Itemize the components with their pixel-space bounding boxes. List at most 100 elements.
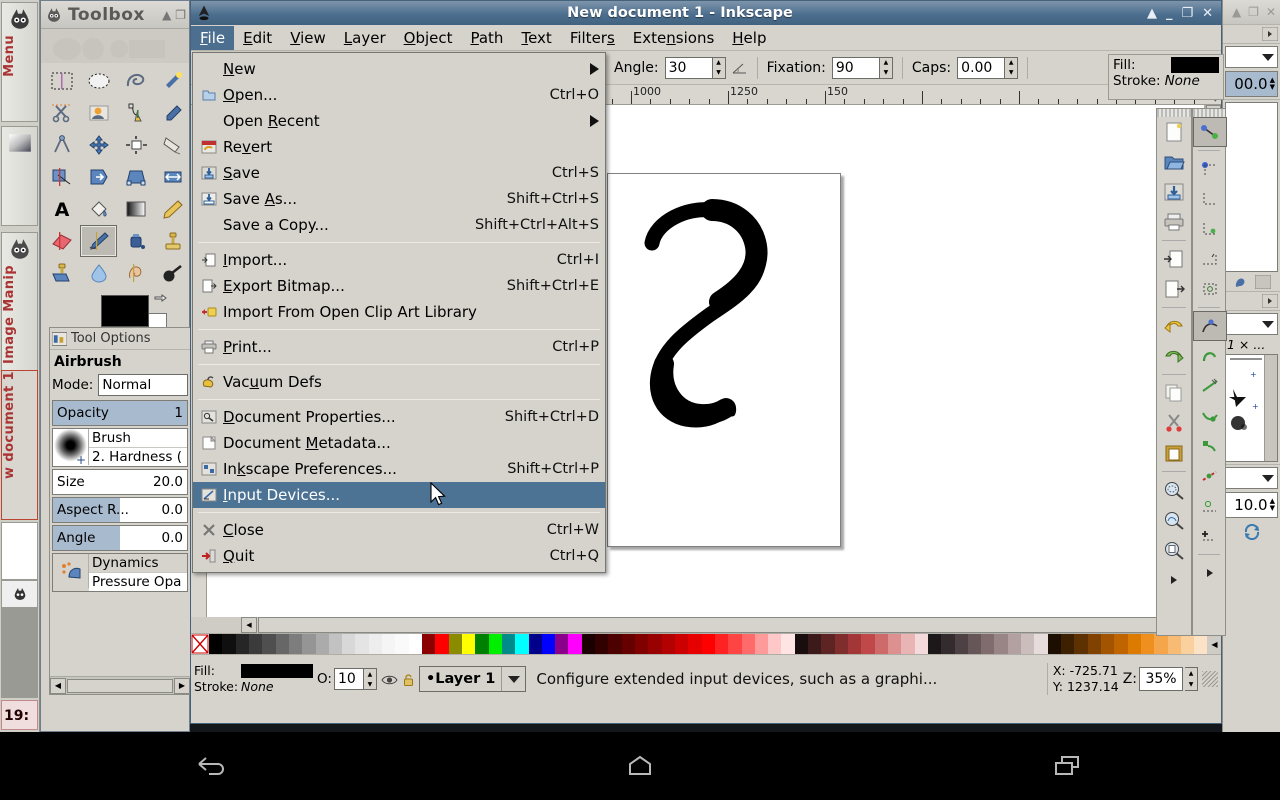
scroll-thumb[interactable]: [67, 679, 173, 693]
opacity-spinner[interactable]: 10 ▲▼: [334, 668, 377, 690]
palette-swatch[interactable]: [742, 634, 755, 654]
palette-swatch[interactable]: [875, 634, 888, 654]
menu-item-revert[interactable]: Revert: [193, 134, 605, 160]
palette-swatch[interactable]: [981, 634, 994, 654]
palette-swatch[interactable]: [568, 634, 581, 654]
tray-cell-icon[interactable]: [1, 580, 38, 608]
palette-swatch[interactable]: [209, 634, 222, 654]
palette-swatch[interactable]: [795, 634, 808, 654]
dock-menu-row-2[interactable]: [1223, 291, 1280, 310]
angle-slider[interactable]: Angle 0.0: [52, 525, 188, 551]
file-menu-popup[interactable]: NewOpen...Ctrl+OOpen RecentRevertSaveCtr…: [192, 52, 606, 573]
tool-options-hscrollbar[interactable]: ◀ ▶: [50, 676, 190, 694]
copy-icon[interactable]: [1157, 378, 1191, 408]
palette-swatch[interactable]: [369, 634, 382, 654]
menu-item-document-metadata[interactable]: Document Metadata...: [193, 430, 605, 456]
aspect-ratio-slider[interactable]: Aspect R... 0.0: [52, 497, 188, 523]
palette-swatch[interactable]: [489, 634, 502, 654]
caps-spinner[interactable]: 0.00 ▲▼: [957, 57, 1018, 79]
perspective-tool[interactable]: [117, 161, 154, 193]
pencil-tool[interactable]: [154, 193, 191, 225]
palette-swatch[interactable]: [236, 634, 249, 654]
close-button[interactable]: ✕: [1266, 5, 1276, 19]
palette-swatch[interactable]: [1114, 634, 1127, 654]
palette-swatch[interactable]: [915, 634, 928, 654]
palette-swatch[interactable]: [1061, 634, 1074, 654]
layer-dropdown-button[interactable]: [501, 667, 525, 691]
brush-list-actions[interactable]: [1225, 272, 1278, 289]
minimize-button[interactable]: _: [1166, 6, 1173, 21]
palette-swatch[interactable]: [422, 634, 435, 654]
dodge-burn-tool[interactable]: [154, 257, 191, 289]
foreground-select-tool[interactable]: [80, 97, 117, 129]
fixation-spin-buttons[interactable]: ▲▼: [880, 57, 893, 79]
spacing-combo[interactable]: [1225, 467, 1278, 489]
curve-green-icon[interactable]: [1193, 341, 1227, 371]
eye-icon[interactable]: [381, 672, 398, 687]
zoom-page-icon[interactable]: [1157, 535, 1191, 565]
right-dock-titlebar[interactable]: ▲ ❐ ✕: [1223, 0, 1280, 24]
palette-swatch[interactable]: [781, 634, 794, 654]
pattern-scrollbar[interactable]: [1264, 355, 1277, 461]
palette-swatch[interactable]: [355, 634, 368, 654]
palette-swatch[interactable]: [329, 634, 342, 654]
fill-stroke-top-indicator[interactable]: Fill: Stroke: None: [1108, 54, 1224, 100]
eraser-tool[interactable]: [43, 225, 80, 257]
palette-none-swatch[interactable]: [191, 634, 209, 654]
android-navigation-bar[interactable]: [0, 732, 1280, 800]
spinner-arrows[interactable]: ▲▼: [1270, 498, 1275, 512]
pattern-preview[interactable]: + +: [1225, 354, 1278, 462]
palette-swatch[interactable]: [635, 634, 648, 654]
taskbar-item-image[interactable]: [1, 126, 38, 226]
palette-swatch[interactable]: [848, 634, 861, 654]
refresh-icon[interactable]: [1243, 524, 1261, 540]
palette-swatch[interactable]: [622, 634, 635, 654]
palette-swatch[interactable]: [768, 634, 781, 654]
menu-item-open-recent[interactable]: Open Recent: [193, 108, 605, 134]
palette-swatch[interactable]: [262, 634, 275, 654]
menu-item-input-devices[interactable]: Input Devices...: [193, 482, 605, 508]
fuzzy-select-tool[interactable]: [154, 65, 191, 97]
menu-edit[interactable]: Edit: [234, 26, 281, 50]
palette-swatch[interactable]: [1074, 634, 1087, 654]
color-picker-tool[interactable]: [154, 97, 191, 129]
palette-swatch[interactable]: [382, 634, 395, 654]
palette-swatch[interactable]: [1048, 634, 1061, 654]
spinner-arrows[interactable]: ▲▼: [1270, 77, 1275, 91]
back-button[interactable]: [173, 746, 253, 786]
fixation-input[interactable]: 90: [832, 57, 880, 79]
brush-value[interactable]: 2. Hardness (: [89, 447, 187, 466]
menu-item-close[interactable]: CloseCtrl+W: [193, 517, 605, 543]
lock-icon[interactable]: [402, 672, 415, 687]
palette-swatch[interactable]: [502, 634, 515, 654]
brush-preview[interactable]: [53, 429, 89, 465]
snap-center-icon[interactable]: [1193, 274, 1227, 304]
refresh-row[interactable]: [1225, 518, 1278, 540]
angle-input[interactable]: 30: [665, 57, 713, 79]
caps-input[interactable]: 0.00: [957, 57, 1005, 79]
shade-button[interactable]: ▲: [1147, 6, 1157, 21]
angle-spin-buttons[interactable]: ▲▼: [713, 57, 726, 79]
menu-view[interactable]: View: [281, 26, 335, 50]
palette-swatch[interactable]: [409, 634, 422, 654]
palette-swatch[interactable]: [475, 634, 488, 654]
home-button[interactable]: [600, 746, 680, 786]
opacity-slider[interactable]: Opacity 1: [52, 400, 188, 426]
ellipse-select-tool[interactable]: [80, 65, 117, 97]
fill-swatch[interactable]: [241, 664, 313, 678]
palette-swatch[interactable]: [835, 634, 848, 654]
taskbar-item-document[interactable]: w document 1: [1, 370, 38, 520]
fixation-spinner[interactable]: 90 ▲▼: [832, 57, 893, 79]
size-slider[interactable]: Size 20.0: [52, 469, 188, 495]
palette-swatch[interactable]: [968, 634, 981, 654]
canvas-horizontal-scrollbar[interactable]: ◀ ▶: [191, 617, 1221, 633]
caps-spin-buttons[interactable]: ▲▼: [1005, 57, 1018, 79]
gimp-drop-zone[interactable]: [41, 29, 189, 63]
dynamics-row[interactable]: Dynamics Pressure Opa: [52, 553, 188, 592]
brush-combo[interactable]: [1225, 46, 1278, 68]
palette-swatch[interactable]: [1128, 634, 1141, 654]
menu-item-new[interactable]: New: [193, 56, 605, 82]
palette-swatch[interactable]: [342, 634, 355, 654]
print-document-icon[interactable]: [1157, 207, 1191, 237]
mode-select[interactable]: Normal: [98, 374, 188, 396]
